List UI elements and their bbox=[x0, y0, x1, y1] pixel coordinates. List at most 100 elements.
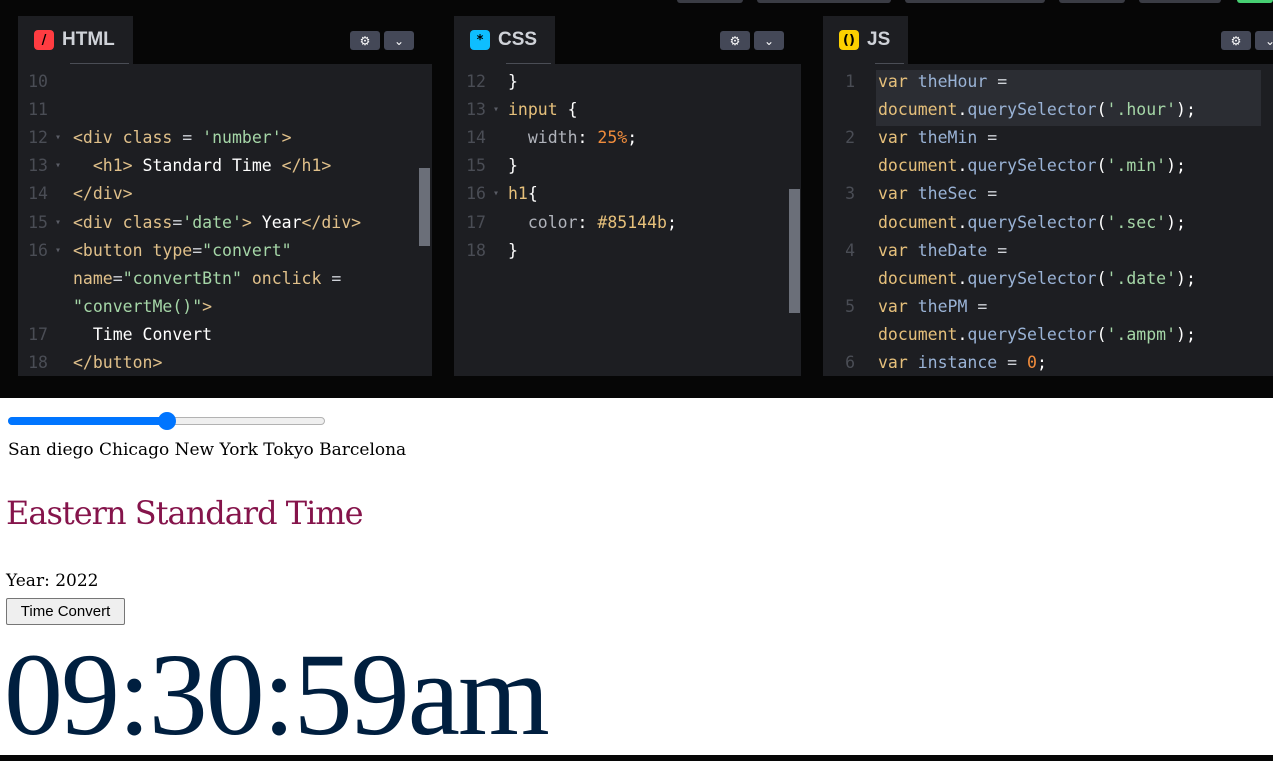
code-line[interactable]: 4 var theDate = bbox=[823, 237, 1273, 265]
code-line[interactable]: 16 ▾ h1{ bbox=[454, 180, 801, 208]
code-text: document.querySelector('.ampm'); bbox=[878, 324, 1196, 344]
code-line[interactable]: 2 var theMin = bbox=[823, 124, 1273, 152]
toolbar-button[interactable] bbox=[1237, 0, 1273, 3]
code-text: <button type="convert" bbox=[73, 240, 292, 260]
code-line[interactable]: document.querySelector('.min'); bbox=[823, 152, 1273, 180]
css-collapse-button[interactable]: ⌄ bbox=[754, 31, 784, 50]
code-line[interactable]: name="convertBtn" onclick = bbox=[18, 265, 432, 293]
code-line[interactable]: document.querySelector('.hour'); bbox=[823, 96, 1273, 124]
pane-resizer[interactable] bbox=[0, 376, 1273, 398]
code-line[interactable]: 13 ▾ <h1> Standard Time </h1> bbox=[18, 152, 432, 180]
code-line[interactable]: 17 Time Convert bbox=[18, 321, 432, 349]
toolbar-button[interactable] bbox=[1059, 0, 1125, 3]
code-line[interactable]: 13 ▾ input { bbox=[454, 96, 801, 124]
code-text: h1{ bbox=[508, 184, 538, 204]
line-number: 16 bbox=[28, 240, 48, 260]
fold-arrow-icon[interactable]: ▾ bbox=[55, 152, 61, 180]
chevron-down-icon: ⌄ bbox=[1264, 33, 1273, 48]
fold-arrow-icon[interactable]: ▾ bbox=[55, 209, 61, 237]
code-line[interactable]: "convertMe()"> bbox=[18, 293, 432, 321]
code-text: document.querySelector('.hour'); bbox=[878, 100, 1196, 120]
code-text: document.querySelector('.min'); bbox=[878, 156, 1186, 176]
css-settings-button[interactable]: ⚙ bbox=[720, 31, 750, 50]
code-text: } bbox=[508, 240, 518, 260]
html-code-editor[interactable]: 10 11 12 ▾ <div class = 'number'> 13 ▾ <h1> St… bbox=[18, 64, 432, 376]
code-line[interactable]: 6 var instance = 0; bbox=[823, 349, 1273, 376]
code-line[interactable]: document.querySelector('.ampm'); bbox=[823, 321, 1273, 349]
slider-thumb[interactable] bbox=[157, 412, 176, 430]
code-text: color: #85144b; bbox=[527, 212, 677, 232]
code-line[interactable]: 12} bbox=[454, 68, 801, 96]
code-text: var theMin = bbox=[878, 128, 998, 148]
line-number: 18 bbox=[28, 353, 48, 372]
code-line[interactable]: 17 color: #85144b; bbox=[454, 209, 801, 237]
line-number: 10 bbox=[28, 72, 48, 91]
css-code-editor[interactable]: 12} 13 ▾ input {14 width: 25%; 15} 16 ▾ h1{17 c… bbox=[454, 64, 801, 376]
code-text: <div class='date'> Year</div> bbox=[73, 212, 362, 232]
code-text: <h1> Standard Time </h1> bbox=[92, 156, 332, 176]
code-text: <div class = 'number'> bbox=[73, 128, 292, 148]
tab-css[interactable]: * CSS bbox=[454, 16, 556, 64]
code-line[interactable]: document.querySelector('.date'); bbox=[823, 265, 1273, 293]
toolbar-button[interactable] bbox=[905, 0, 1045, 3]
code-line[interactable]: 12 ▾ <div class = 'number'> bbox=[18, 124, 432, 152]
js-code-editor[interactable]: 1 var theHour = document.querySelector('.h… bbox=[823, 64, 1273, 376]
toolbar-button[interactable] bbox=[677, 0, 743, 3]
fold-arrow-icon[interactable]: ▾ bbox=[55, 237, 61, 265]
tab-js[interactable]: () JS bbox=[823, 16, 909, 64]
toolbar-button[interactable] bbox=[757, 0, 891, 3]
html-collapse-button[interactable]: ⌄ bbox=[384, 31, 414, 50]
code-line[interactable]: 3 var theSec = bbox=[823, 180, 1273, 208]
tab-html[interactable]: / HTML bbox=[18, 16, 133, 64]
code-line[interactable]: 16 ▾ <button type="convert" bbox=[18, 237, 432, 265]
code-text: var theSec = bbox=[878, 184, 998, 204]
code-line[interactable]: 14 width: 25%; bbox=[454, 124, 801, 152]
code-line[interactable]: 18} bbox=[454, 237, 801, 265]
gear-icon: ⚙ bbox=[359, 33, 371, 48]
code-line[interactable]: 10 bbox=[18, 68, 432, 96]
html-editor-pane: / HTML ⚙ ⌄ 10 11 12 ▾ <div class = 'number'>… bbox=[18, 16, 432, 376]
js-pane-header: () JS ⚙ ⌄ bbox=[823, 16, 1273, 64]
slider-fill bbox=[8, 417, 167, 425]
code-line[interactable]: 14 </div> bbox=[18, 180, 432, 208]
chevron-down-icon: ⌄ bbox=[763, 33, 775, 48]
line-number: 14 bbox=[28, 184, 48, 204]
toolbar-button[interactable] bbox=[1139, 0, 1221, 3]
line-number: 15 bbox=[466, 156, 486, 176]
line-number: 6 bbox=[845, 353, 855, 372]
code-line[interactable]: 15 ▾ <div class='date'> Year</div> bbox=[18, 209, 432, 237]
code-line[interactable]: 18 </button> bbox=[18, 349, 432, 376]
chevron-down-icon: ⌄ bbox=[393, 33, 405, 48]
code-text: document.querySelector('.sec'); bbox=[878, 212, 1186, 232]
line-number: 11 bbox=[28, 100, 48, 120]
css-editor-pane: * CSS ⚙ ⌄ 12} 13 ▾ input {14 width: 25%; 15}… bbox=[454, 16, 801, 376]
code-text: } bbox=[508, 156, 518, 176]
code-text: input { bbox=[508, 100, 578, 120]
bottom-bar bbox=[0, 755, 1273, 761]
gear-icon: ⚙ bbox=[1230, 33, 1242, 48]
time-convert-button[interactable]: Time Convert bbox=[6, 598, 125, 625]
fold-arrow-icon[interactable]: ▾ bbox=[493, 96, 499, 124]
code-text: name="convertBtn" onclick = bbox=[73, 268, 342, 288]
html-scrollbar-thumb[interactable] bbox=[419, 168, 430, 246]
result-preview: San diego Chicago New York Tokyo Barcelo… bbox=[0, 398, 1273, 755]
code-line[interactable]: document.querySelector('.sec'); bbox=[823, 209, 1273, 237]
line-number: 14 bbox=[466, 128, 486, 148]
code-line[interactable]: 1 var theHour = bbox=[823, 68, 1273, 96]
code-line[interactable]: 5 var thePM = bbox=[823, 293, 1273, 321]
code-text: } bbox=[508, 72, 518, 91]
line-number: 5 bbox=[845, 296, 855, 316]
code-text: Time Convert bbox=[73, 324, 213, 344]
city-labels: San diego Chicago New York Tokyo Barcelo… bbox=[8, 440, 407, 460]
city-slider[interactable] bbox=[8, 412, 325, 430]
line-number: 2 bbox=[845, 128, 855, 148]
html-settings-button[interactable]: ⚙ bbox=[350, 31, 380, 50]
js-collapse-button[interactable]: ⌄ bbox=[1255, 31, 1273, 50]
code-line[interactable]: 11 bbox=[18, 96, 432, 124]
css-badge-icon: * bbox=[470, 30, 490, 50]
fold-arrow-icon[interactable]: ▾ bbox=[55, 124, 61, 152]
code-line[interactable]: 15} bbox=[454, 152, 801, 180]
fold-arrow-icon[interactable]: ▾ bbox=[493, 180, 499, 208]
js-settings-button[interactable]: ⚙ bbox=[1221, 31, 1251, 50]
css-scrollbar-thumb[interactable] bbox=[789, 189, 800, 313]
